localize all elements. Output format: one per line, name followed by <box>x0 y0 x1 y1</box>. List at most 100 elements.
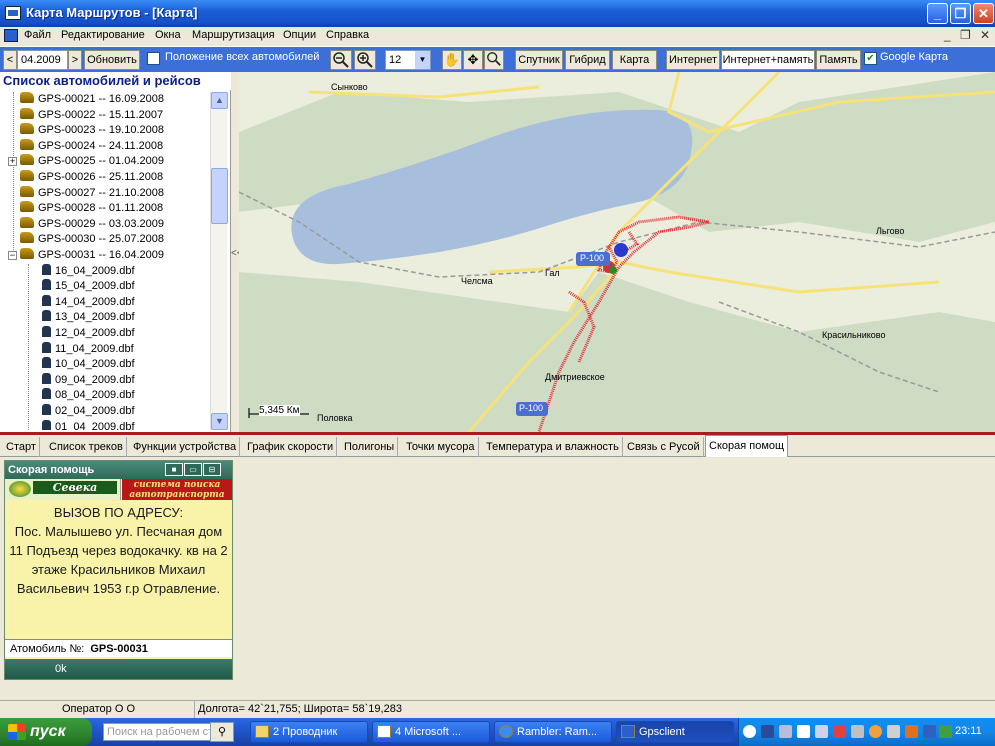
scroll-down-icon[interactable]: ▼ <box>211 413 228 430</box>
network-icon[interactable] <box>779 725 792 738</box>
prev-month-button[interactable]: < <box>3 50 17 70</box>
expand-icon[interactable]: + <box>8 157 17 167</box>
track-file-item[interactable]: 08_04_2009.dbf <box>40 388 135 403</box>
track-file-item[interactable]: 01_04_2009.dbf <box>40 419 135 430</box>
memory-button[interactable]: Память <box>816 50 861 70</box>
security-icon[interactable] <box>869 725 882 738</box>
track-file-item[interactable]: 10_04_2009.dbf <box>40 357 135 372</box>
mdi-minimize-button[interactable]: _ <box>944 28 951 42</box>
update-icon[interactable] <box>905 725 918 738</box>
mdi-icon[interactable] <box>4 29 18 42</box>
battery-icon[interactable]: ▭ <box>184 463 202 476</box>
volume-icon[interactable] <box>887 725 900 738</box>
tab-start[interactable]: Старт <box>3 437 40 457</box>
google-map-checkbox[interactable]: ✔ <box>864 52 877 65</box>
vehicle-item[interactable]: GPS-00029 -- 03.03.2009 <box>20 216 164 232</box>
menu-help[interactable]: Справка <box>326 29 369 41</box>
refresh-button[interactable]: Обновить <box>84 50 140 70</box>
ok-button[interactable]: 0k <box>5 659 232 679</box>
bus-icon[interactable]: ⊟ <box>203 463 221 476</box>
app-tray-icon[interactable] <box>939 725 952 738</box>
scroll-thumb[interactable] <box>211 168 228 224</box>
pan-arrows-icon[interactable]: ✥ <box>463 50 483 70</box>
tab-ambulance[interactable]: Скорая помощ <box>705 435 789 458</box>
task-microsoft[interactable]: 4 Microsoft ... <box>372 721 490 743</box>
zoom-out-icon[interactable] <box>330 50 352 70</box>
vehicle-item[interactable]: GPS-00026 -- 25.11.2008 <box>20 170 163 185</box>
menu-options[interactable]: Опции <box>283 29 316 41</box>
menu-windows[interactable]: Окна <box>155 29 181 41</box>
usb-icon[interactable] <box>923 725 936 738</box>
vehicle-item[interactable]: GPS-00027 -- 21.10.2008 <box>20 185 164 201</box>
all-cars-checkbox[interactable] <box>147 52 160 65</box>
car-icon <box>20 92 34 103</box>
track-file-item[interactable]: 14_04_2009.dbf <box>40 294 135 310</box>
maximize-button[interactable]: ❐ <box>950 3 971 24</box>
panel-splitter[interactable]: << <box>231 72 243 432</box>
menu-file[interactable]: Файл <box>24 29 51 41</box>
date-field[interactable]: 04.2009 <box>17 50 68 70</box>
zoom-level-select[interactable]: 12 ▼ <box>385 50 431 70</box>
track-file-item[interactable]: 02_04_2009.dbf <box>40 404 135 419</box>
mdi-restore-button[interactable]: ❐ <box>960 28 971 42</box>
tab-device-functions[interactable]: Функции устройства <box>130 437 241 457</box>
task-explorer[interactable]: 2 Проводник <box>250 721 368 743</box>
tab-speed-chart[interactable]: График скорости <box>244 437 338 457</box>
track-file-item[interactable]: 11_04_2009.dbf <box>40 341 134 357</box>
tab-temperature-humidity[interactable]: Температура и влажность <box>483 437 623 457</box>
monitor-icon[interactable] <box>761 725 774 738</box>
app-icon[interactable] <box>5 6 21 20</box>
tab-track-list[interactable]: Список треков <box>46 437 127 457</box>
search-icon[interactable]: ⚲ <box>210 722 234 742</box>
menu-routing[interactable]: Маршрутизация <box>192 29 275 41</box>
mdi-close-button[interactable]: ✕ <box>980 28 990 42</box>
bluetooth-icon[interactable] <box>797 725 810 738</box>
vehicle-item[interactable]: GPS-00031 -- 16.04.2009 <box>20 248 164 263</box>
scroll-up-icon[interactable]: ▲ <box>211 92 228 109</box>
minimize-button[interactable]: _ <box>927 3 948 24</box>
title-bar[interactable]: Карта Маршрутов - [Карта] _ ❐ ✕ <box>0 0 995 27</box>
tab-garbage-points[interactable]: Точки мусора <box>403 437 479 457</box>
chevron-down-icon[interactable]: ▼ <box>415 51 430 69</box>
start-button[interactable]: пуск <box>0 718 92 746</box>
track-file-item[interactable]: 13_04_2009.dbf <box>40 310 135 325</box>
disk-icon[interactable]: ■ <box>165 463 183 476</box>
tree-scrollbar[interactable]: ▲ ▼ <box>210 92 228 430</box>
track-file-item[interactable]: 12_04_2009.dbf <box>40 326 135 341</box>
hand-icon[interactable]: ✋ <box>442 50 462 70</box>
zoom-area-icon[interactable] <box>484 50 504 70</box>
track-file-label: 15_04_2009.dbf <box>55 280 135 293</box>
satellite-button[interactable]: Спутник <box>515 50 563 70</box>
vehicle-item[interactable]: GPS-00022 -- 15.11.2007 <box>20 107 163 123</box>
map-view[interactable]: Сынково Челсма Гал Льгово Красильниково … <box>239 72 995 432</box>
keyboard-icon[interactable] <box>815 725 828 738</box>
vehicle-item[interactable]: GPS-00024 -- 24.11.2008 <box>20 138 163 154</box>
vehicle-tree[interactable]: GPS-00021 -- 16.09.2008 GPS-00022 -- 15.1… <box>0 92 210 430</box>
hybrid-button[interactable]: Гибрид <box>565 50 610 70</box>
collapse-icon[interactable]: − <box>8 251 17 260</box>
track-file-item[interactable]: 09_04_2009.dbf <box>40 372 135 388</box>
vehicle-item[interactable]: GPS-00023 -- 19.10.2008 <box>20 123 164 138</box>
task-rambler-label: Rambler: Ram... <box>517 726 598 738</box>
tab-polygons[interactable]: Полигоны <box>341 437 399 457</box>
tray-expand-icon[interactable] <box>743 725 756 738</box>
menu-edit[interactable]: Редактирование <box>61 29 145 41</box>
internet-memory-button[interactable]: Интернет+память <box>721 50 815 70</box>
task-gpsclient[interactable]: Gpsclient <box>616 721 734 743</box>
next-month-button[interactable]: > <box>68 50 82 70</box>
internet-button[interactable]: Интернет <box>666 50 720 70</box>
antivirus-icon[interactable] <box>833 725 846 738</box>
vehicle-item[interactable]: GPS-00021 -- 16.09.2008 <box>20 92 164 107</box>
vehicle-item[interactable]: GPS-00030 -- 25.07.2008 <box>20 232 164 247</box>
vehicle-item[interactable]: GPS-00028 -- 01.11.2008 <box>20 201 163 216</box>
printer-icon[interactable] <box>851 725 864 738</box>
task-rambler[interactable]: Rambler: Ram... <box>494 721 612 743</box>
vehicle-item[interactable]: GPS-00025 -- 01.04.2009 <box>20 154 164 169</box>
tab-rusa-link[interactable]: Связь с Русой <box>624 437 704 457</box>
track-file-item[interactable]: 15_04_2009.dbf <box>40 279 135 294</box>
track-file-item[interactable]: 16_04_2009.dbf <box>40 263 135 279</box>
map-label-lgovo: Льгово <box>876 226 905 236</box>
map-button[interactable]: Карта <box>612 50 657 70</box>
close-button[interactable]: ✕ <box>973 3 994 24</box>
zoom-in-icon[interactable] <box>354 50 376 70</box>
